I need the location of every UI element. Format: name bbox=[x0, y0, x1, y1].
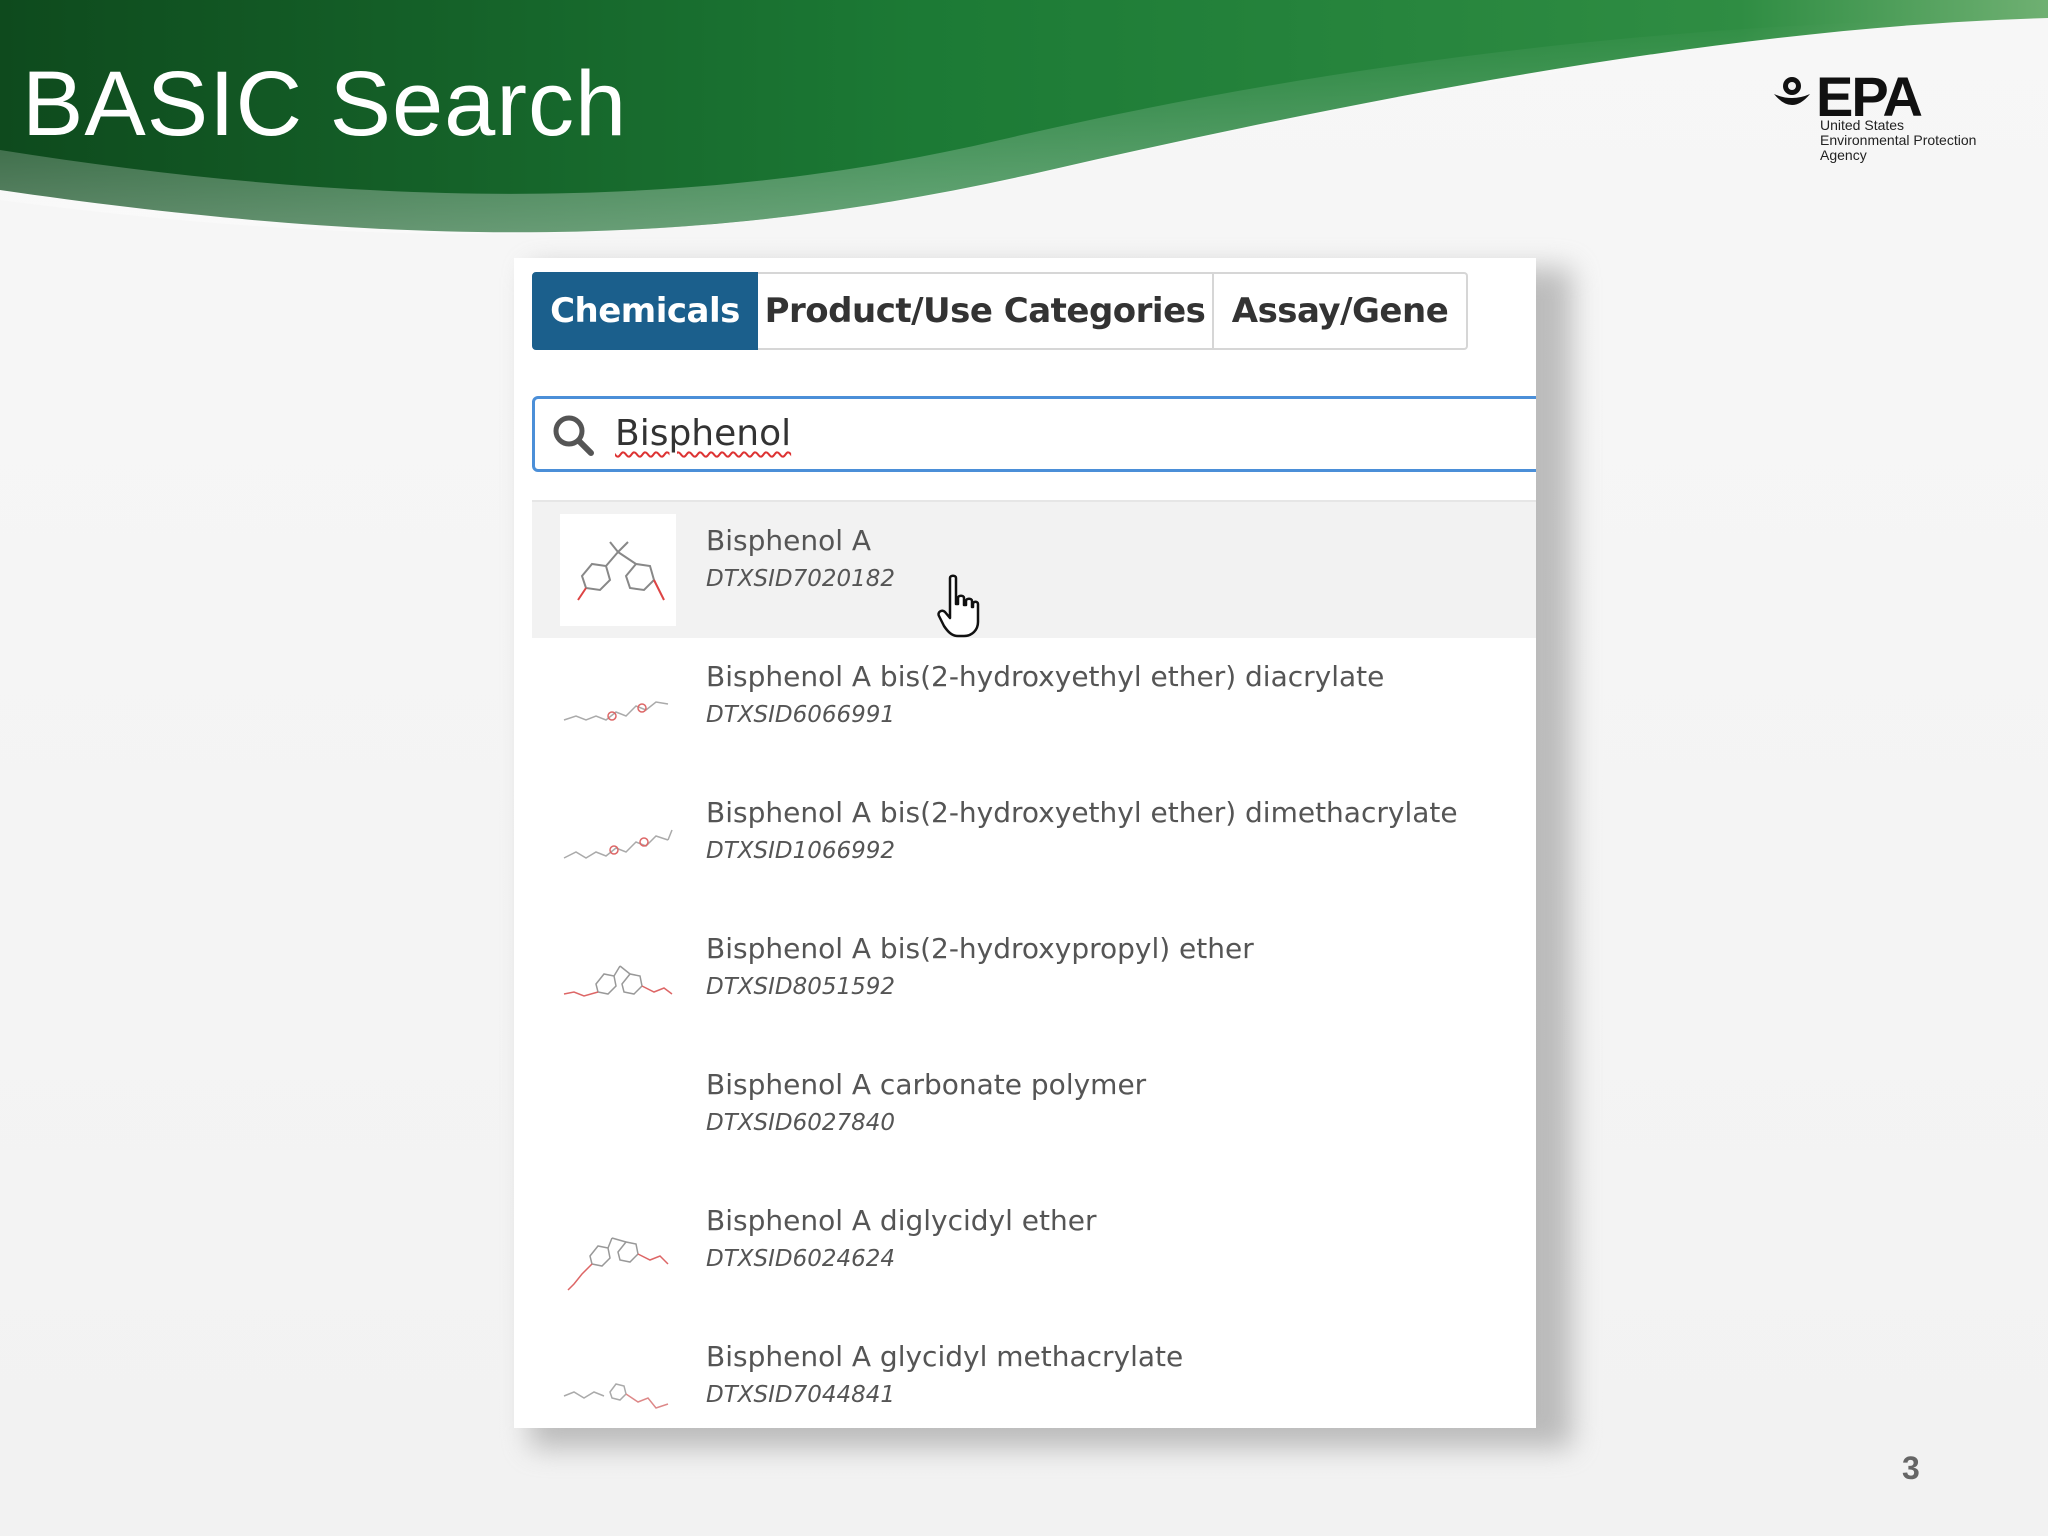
result-item[interactable]: Bisphenol A diglycidyl ether DTXSID60246… bbox=[532, 1182, 1536, 1318]
search-tabs: Chemicals Product/Use Categories Assay/G… bbox=[532, 272, 1468, 352]
result-item[interactable]: Bisphenol A bis(2-hydroxyethyl ether) di… bbox=[532, 774, 1536, 910]
structure-thumbnail bbox=[560, 1194, 676, 1306]
search-input[interactable]: Bisphenol bbox=[532, 396, 1536, 472]
structure-thumbnail bbox=[560, 1330, 676, 1428]
search-icon bbox=[553, 415, 594, 456]
structure-thumbnail bbox=[560, 786, 676, 898]
result-name: Bisphenol A bis(2-hydroxyethyl ether) di… bbox=[706, 796, 1458, 829]
result-item[interactable]: Bisphenol A DTXSID7020182 bbox=[532, 502, 1536, 638]
result-dtxsid: DTXSID6024624 bbox=[706, 1246, 896, 1272]
slide-title: BASIC Search bbox=[22, 53, 628, 155]
result-dtxsid: DTXSID6066991 bbox=[706, 702, 896, 728]
result-dtxsid: DTXSID1066992 bbox=[706, 838, 896, 864]
result-item[interactable]: Bisphenol A bis(2-hydroxypropyl) ether D… bbox=[532, 910, 1536, 1046]
result-name: Bisphenol A bis(2-hydroxypropyl) ether bbox=[706, 932, 1254, 965]
result-item[interactable]: Bisphenol A bis(2-hydroxyethyl ether) di… bbox=[532, 638, 1536, 774]
structure-thumbnail bbox=[560, 922, 676, 1034]
search-panel: Chemicals Product/Use Categories Assay/G… bbox=[514, 258, 1536, 1428]
result-name: Bisphenol A bbox=[706, 524, 872, 557]
tab-assay-gene[interactable]: Assay/Gene bbox=[1214, 272, 1468, 350]
result-name: Bisphenol A carbonate polymer bbox=[706, 1068, 1147, 1101]
search-results-list: Bisphenol A DTXSID7020182 Bisphenol A bi… bbox=[532, 500, 1536, 1428]
result-name: Bisphenol A bis(2-hydroxyethyl ether) di… bbox=[706, 660, 1385, 693]
result-name: Bisphenol A glycidyl methacrylate bbox=[706, 1340, 1184, 1373]
structure-thumbnail bbox=[560, 650, 676, 762]
result-item[interactable]: Bisphenol A glycidyl methacrylate DTXSID… bbox=[532, 1318, 1536, 1428]
epa-subtitle: United States Environmental Protection A… bbox=[1820, 117, 1977, 163]
structure-thumbnail bbox=[560, 514, 676, 626]
tab-chemicals[interactable]: Chemicals bbox=[532, 272, 758, 350]
epa-flower-icon bbox=[1774, 77, 1810, 105]
result-dtxsid: DTXSID7020182 bbox=[706, 566, 896, 592]
result-dtxsid: DTXSID7044841 bbox=[706, 1382, 896, 1408]
result-dtxsid: DTXSID8051592 bbox=[706, 974, 896, 1000]
result-name: Bisphenol A diglycidyl ether bbox=[706, 1204, 1097, 1237]
result-dtxsid: DTXSID6027840 bbox=[706, 1110, 896, 1136]
page-number: 3 bbox=[1902, 1450, 1920, 1486]
epa-logo: EPA United States Environmental Protecti… bbox=[1770, 65, 2010, 168]
tab-product-use-categories[interactable]: Product/Use Categories bbox=[758, 272, 1214, 350]
hand-pointer-cursor-icon bbox=[937, 574, 980, 638]
search-input-value: Bisphenol bbox=[615, 413, 792, 454]
structure-thumbnail-empty bbox=[560, 1058, 676, 1170]
result-item[interactable]: Bisphenol A carbonate polymer DTXSID6027… bbox=[532, 1046, 1536, 1182]
